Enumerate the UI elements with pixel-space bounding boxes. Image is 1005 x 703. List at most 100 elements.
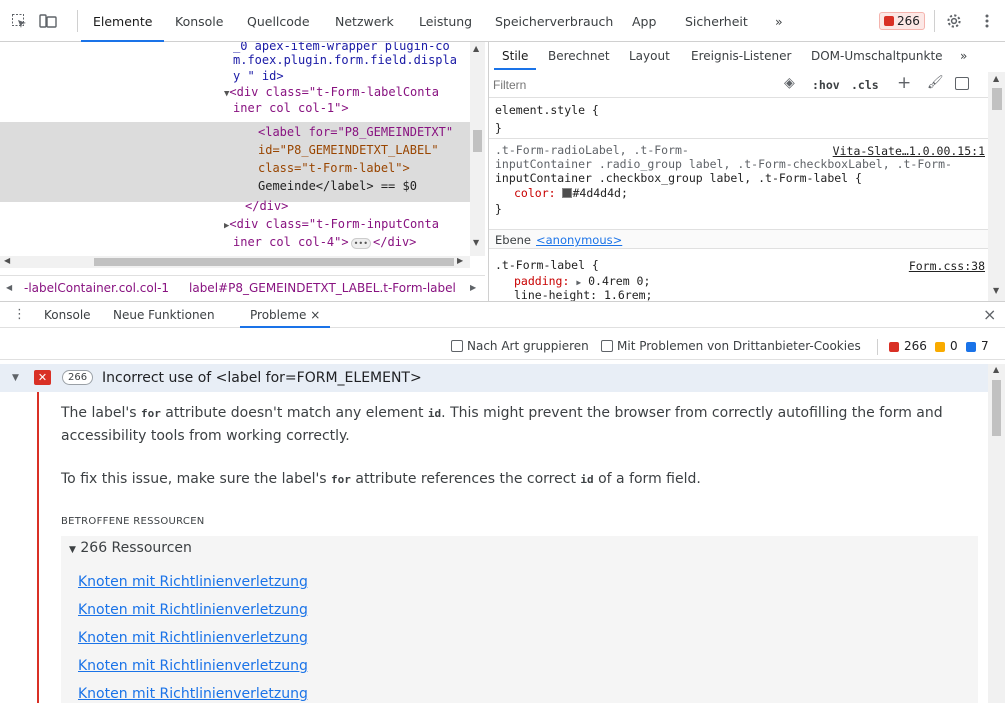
scroll-down-icon[interactable]: ▼ xyxy=(993,286,999,295)
breadcrumb-scroll-right-icon[interactable]: ▶ xyxy=(470,276,476,300)
violating-node-link[interactable]: Knoten mit Richtlinienverletzung xyxy=(78,630,308,646)
error-count-badge[interactable]: 266 xyxy=(879,12,925,30)
hov-button[interactable]: :hov xyxy=(812,78,840,92)
error-icon xyxy=(889,342,899,352)
warning-count: 0 xyxy=(950,339,958,353)
scrollbar-thumb[interactable] xyxy=(992,380,1001,436)
tab-app[interactable]: App xyxy=(632,0,656,42)
breadcrumb-item-current[interactable]: label#P8_GEMEINDETXT_LABEL.t-Form-label xyxy=(189,276,456,300)
more-vertical-icon[interactable] xyxy=(977,11,997,31)
resources-toggle[interactable]: ▼ 266 Ressourcen xyxy=(69,540,192,556)
drawer-tab-probleme[interactable]: Probleme × xyxy=(239,302,331,328)
layer-link[interactable]: <anonymous> xyxy=(536,233,622,247)
gear-icon[interactable] xyxy=(944,11,964,31)
inspect-icon[interactable] xyxy=(9,11,29,31)
tab-ereignis-listener[interactable]: Ereignis-Listener xyxy=(691,42,791,70)
dom-node-div-labelcontainer[interactable]: ▼<div class="t-Form-labelConta xyxy=(224,84,439,100)
tab-speicherverbrauch[interactable]: Speicherverbrauch xyxy=(495,0,613,42)
toolbar-divider xyxy=(877,339,878,355)
breadcrumb-item[interactable]: -labelContainer.col.col-1 xyxy=(24,276,169,300)
dom-line: iner col col-1"> xyxy=(233,101,349,115)
scroll-left-icon[interactable]: ◀ xyxy=(4,256,10,265)
tab-quellcode[interactable]: Quellcode xyxy=(247,0,310,42)
style-rule-selector: inputContainer .radio_group label, .t-Fo… xyxy=(495,157,952,171)
tab-sicherheit[interactable]: Sicherheit xyxy=(685,0,748,42)
stylesheet-link[interactable]: Form.css:38 xyxy=(909,259,985,273)
new-rule-icon[interactable]: + xyxy=(897,73,911,93)
issues-toolbar: Nach Art gruppieren Mit Problemen von Dr… xyxy=(0,333,1005,360)
chevron-down-icon[interactable]: ▼ xyxy=(12,364,19,392)
tab-stile[interactable]: Stile xyxy=(493,42,537,70)
layers-icon[interactable]: ◈ xyxy=(784,75,795,91)
cls-button[interactable]: .cls xyxy=(851,78,879,92)
devtools-main-toolbar: Elemente Konsole Quellcode Netzwerk Leis… xyxy=(0,0,1005,42)
dom-node-div-inputcontainer[interactable]: ▶<div class="t-Form-inputConta xyxy=(224,216,439,232)
style-declaration[interactable]: color: #4d4d4d; xyxy=(514,187,628,200)
elements-horizontal-scrollbar[interactable]: ◀ ▶ xyxy=(0,256,470,268)
more-vertical-icon[interactable]: ⋮ xyxy=(13,307,26,322)
stylesheet-link[interactable]: Vita-Slate…1.0.00.15:1 xyxy=(833,144,985,158)
scroll-up-icon[interactable]: ▲ xyxy=(473,44,479,53)
scrollbar-thumb[interactable] xyxy=(473,130,482,152)
issue-header[interactable]: ▼ ✕ 266 Incorrect use of <label for=FORM… xyxy=(0,364,988,392)
breadcrumb-scroll-left-icon[interactable]: ◀ xyxy=(6,276,12,300)
rule-divider xyxy=(489,138,988,139)
group-by-kind-checkbox[interactable] xyxy=(451,340,463,352)
style-rule-selector: inputContainer .checkbox_group label, .t… xyxy=(495,171,862,185)
close-tab-icon[interactable]: × xyxy=(310,308,320,322)
tab-dom-umschaltpunkte[interactable]: DOM-Umschaltpunkte xyxy=(811,42,943,70)
group-by-kind-label: Nach Art gruppieren xyxy=(467,339,589,353)
error-count: 266 xyxy=(904,339,927,353)
warning-icon xyxy=(935,342,945,352)
scroll-down-icon[interactable]: ▼ xyxy=(473,238,479,247)
tab-elemente[interactable]: Elemente xyxy=(80,0,166,42)
issue-title: Incorrect use of <label for=FORM_ELEMENT… xyxy=(102,370,422,386)
ellipsis-icon[interactable]: ••• xyxy=(350,238,372,249)
paint-brush-icon[interactable]: 🖌 xyxy=(927,75,944,90)
dom-line: iner col col-4"> ••• </div> xyxy=(233,235,417,249)
color-swatch[interactable] xyxy=(562,188,573,198)
error-icon: ✕ xyxy=(34,370,51,385)
elements-dom-tree[interactable]: _0 apex-item-wrapper plugin-co m.foex.pl… xyxy=(0,42,485,256)
scroll-up-icon[interactable]: ▲ xyxy=(993,365,999,374)
violating-node-link[interactable]: Knoten mit Richtlinienverletzung xyxy=(78,602,308,618)
styles-vertical-scrollbar[interactable]: ▲ ▼ xyxy=(988,72,1005,301)
dom-line: class="t-Form-label"> xyxy=(258,161,410,175)
issue-count-badge: 266 xyxy=(62,370,94,385)
tab-layout[interactable]: Layout xyxy=(629,42,670,70)
scrollbar-thumb[interactable] xyxy=(992,88,1002,110)
third-party-cookies-checkbox[interactable] xyxy=(601,340,613,352)
dom-node-label-selected[interactable]: <label for="P8_GEMEINDETXT" xyxy=(258,124,453,140)
info-icon xyxy=(966,342,976,352)
device-toolbar-icon[interactable] xyxy=(38,11,58,31)
drawer-tab-neue-funktionen[interactable]: Neue Funktionen xyxy=(113,302,215,328)
tab-leistung[interactable]: Leistung xyxy=(419,0,472,42)
scroll-up-icon[interactable]: ▲ xyxy=(993,74,999,83)
dom-line: id="P8_GEMEINDETXT_LABEL" xyxy=(258,143,439,157)
tab-netzwerk[interactable]: Netzwerk xyxy=(335,0,394,42)
violating-node-link[interactable]: Knoten mit Richtlinienverletzung xyxy=(78,658,308,674)
scrollbar-thumb[interactable] xyxy=(94,258,454,266)
toolbar-divider xyxy=(77,10,78,32)
dom-line: y " id> xyxy=(233,69,284,83)
issue-details: The label's for attribute doesn't match … xyxy=(37,392,988,703)
style-declaration[interactable]: line-height: 1.6rem; xyxy=(514,289,652,302)
style-declaration[interactable]: padding: ▶ 0.4rem 0; xyxy=(514,275,650,289)
tab-berechnet[interactable]: Berechnet xyxy=(548,42,610,70)
styles-filter-input[interactable] xyxy=(493,75,775,95)
close-drawer-icon[interactable]: × xyxy=(983,305,996,324)
style-rule-brace: } xyxy=(495,202,502,216)
sidebar-toggle-icon[interactable] xyxy=(955,77,969,90)
scroll-right-icon[interactable]: ▶ xyxy=(457,256,463,265)
violating-node-link[interactable]: Knoten mit Richtlinienverletzung xyxy=(78,686,308,702)
violating-node-link[interactable]: Knoten mit Richtlinienverletzung xyxy=(78,574,308,590)
affected-resources-heading: BETROFFENE RESSOURCEN xyxy=(61,516,205,527)
more-tabs-button[interactable]: » xyxy=(775,0,783,42)
elements-vertical-scrollbar[interactable]: ▲ ▼ xyxy=(470,42,485,256)
more-sidebar-tabs-button[interactable]: » xyxy=(960,42,967,70)
dom-line: m.foex.plugin.form.field.displa xyxy=(233,53,457,67)
tab-konsole[interactable]: Konsole xyxy=(175,0,223,42)
drawer-tab-konsole[interactable]: Konsole xyxy=(44,302,91,328)
issues-vertical-scrollbar[interactable]: ▲ xyxy=(988,364,1005,703)
style-rule-selector: .t-Form-radioLabel, .t-Form- xyxy=(495,143,689,157)
